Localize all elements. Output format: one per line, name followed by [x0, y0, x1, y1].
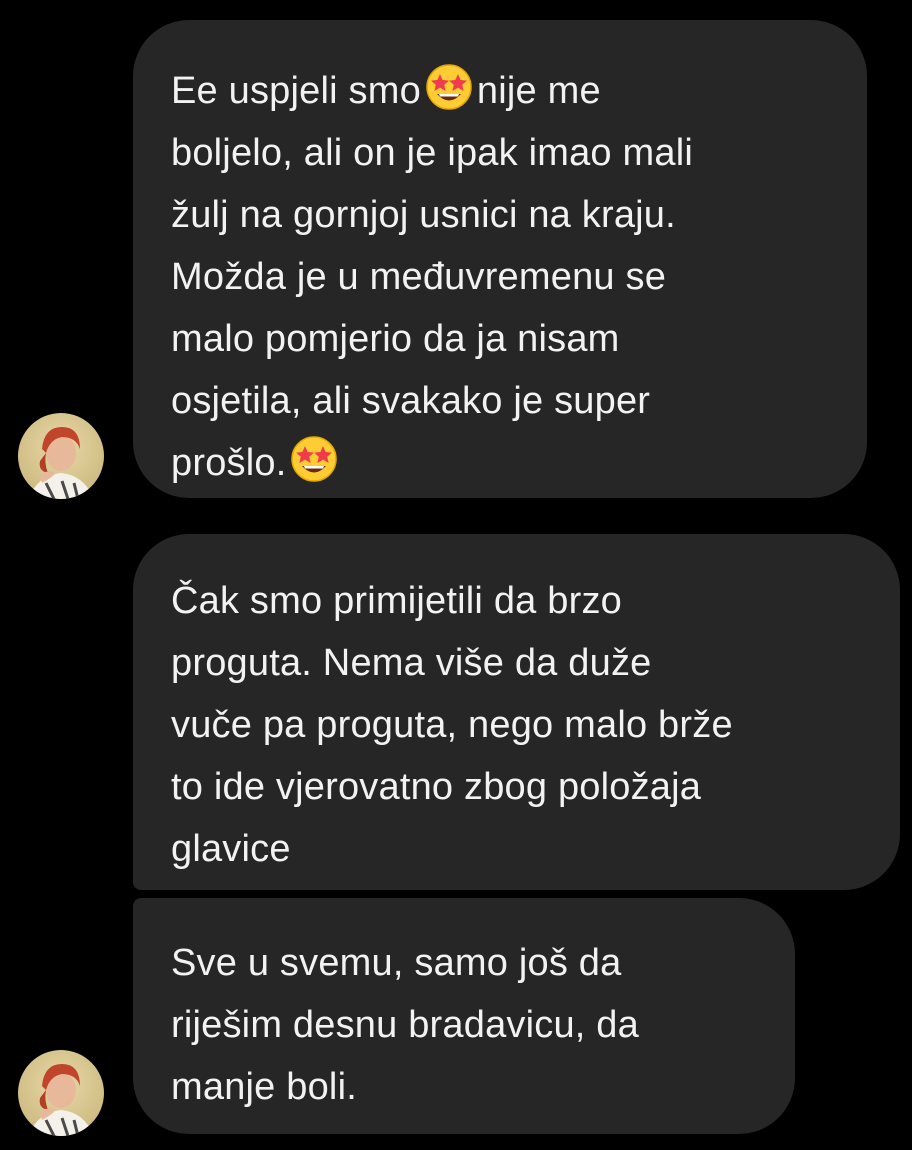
- message-text-continued: nije me boljelo, ali on je ipak imao mal…: [171, 70, 693, 484]
- message-text: Ee uspjeli smo: [171, 70, 421, 112]
- profile-photo-avatar-icon: [18, 413, 104, 499]
- message-bubble[interactable]: Ee uspjeli smo nije me boljelo, ali on je…: [133, 20, 867, 498]
- message-text: Sve u svemu, samo još da riješim desnu b…: [171, 942, 639, 1108]
- message-bubble[interactable]: Sve u svemu, samo još da riješim desnu b…: [133, 898, 795, 1134]
- sender-avatar[interactable]: [18, 1050, 104, 1136]
- profile-photo-avatar-icon: [18, 1050, 104, 1136]
- star-struck-emoji-icon: [290, 435, 338, 483]
- sender-avatar[interactable]: [18, 413, 104, 499]
- message-bubble[interactable]: Čak smo primijetili da brzo proguta. Nem…: [133, 534, 900, 890]
- star-struck-emoji-icon: [425, 63, 473, 111]
- message-text: Čak smo primijetili da brzo proguta. Nem…: [171, 580, 733, 870]
